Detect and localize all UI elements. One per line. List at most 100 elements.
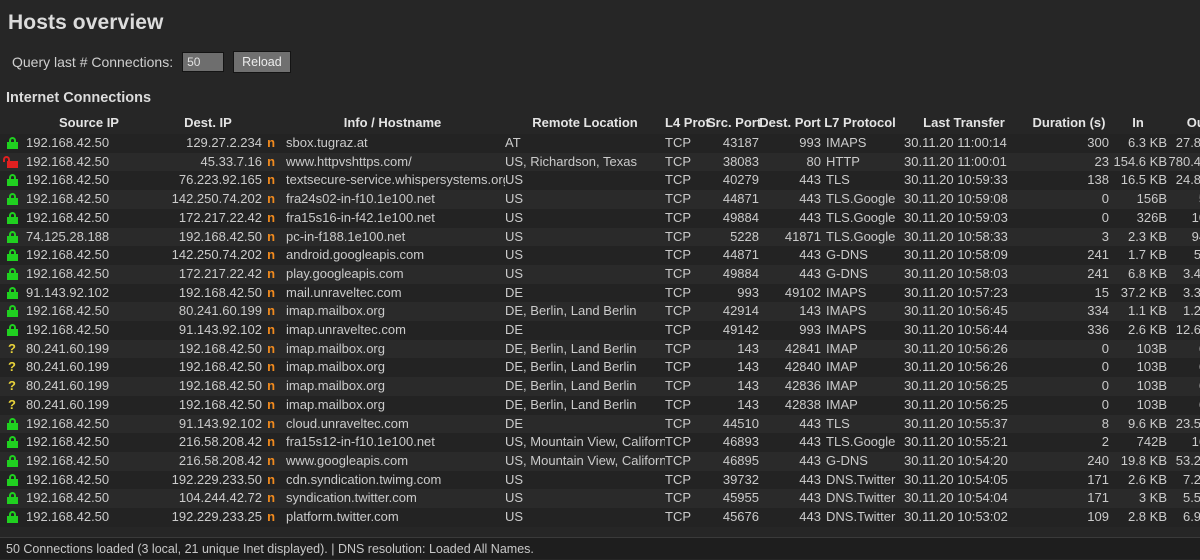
table-row[interactable]: 192.168.42.50129.27.2.234nsbox.tugraz.at… (0, 134, 1200, 153)
cell-dest-port: 42836 (759, 377, 821, 396)
cell-n-icon: n (262, 246, 280, 265)
column-header-hostname[interactable]: Info / Hostname (280, 115, 505, 134)
cell-lock (0, 452, 24, 471)
cell-dest-port: 443 (759, 246, 821, 265)
cell-source-ip: 192.168.42.50 (24, 190, 154, 209)
table-row[interactable]: 91.143.92.102192.168.42.50nmail.unravelt… (0, 284, 1200, 303)
cell-dest-port: 993 (759, 134, 821, 153)
network-n-icon: n (267, 285, 275, 300)
cell-src-port: 43187 (707, 134, 759, 153)
table-row[interactable]: 192.168.42.50216.58.208.42nwww.googleapi… (0, 452, 1200, 471)
cell-duration: 138 (1029, 171, 1109, 190)
lock-closed-icon (7, 324, 18, 336)
cell-n-icon: n (262, 415, 280, 434)
cell-source-ip: 192.168.42.50 (24, 246, 154, 265)
cell-out: 53.2 KB (1167, 452, 1200, 471)
cell-src-port: 42914 (707, 302, 759, 321)
cell-in: 6.3 KB (1109, 134, 1167, 153)
table-row[interactable]: 192.168.42.5080.241.60.199nimap.mailbox.… (0, 302, 1200, 321)
column-header-lock[interactable] (0, 115, 24, 134)
column-header-source-ip[interactable]: Source IP (24, 115, 154, 134)
cell-lock (0, 209, 24, 228)
cell-l7-protocol: TLS (821, 171, 899, 190)
table-row[interactable]: ?80.241.60.199192.168.42.50nimap.mailbox… (0, 377, 1200, 396)
cell-l7-protocol: IMAPS (821, 302, 899, 321)
cell-last-transfer: 30.11.20 10:58:09 (899, 246, 1029, 265)
network-n-icon: n (267, 472, 275, 487)
cell-dest-ip: 192.229.233.50 (154, 471, 262, 490)
cell-dest-port: 80 (759, 153, 821, 172)
table-row[interactable]: 192.168.42.5091.143.92.102ncloud.unravel… (0, 415, 1200, 434)
cell-hostname: play.googleapis.com (280, 265, 505, 284)
cell-last-transfer: 30.11.20 11:00:14 (899, 134, 1029, 153)
cell-l4-prot: TCP (665, 489, 707, 508)
cell-lock (0, 433, 24, 452)
cell-in: 9.6 KB (1109, 415, 1167, 434)
question-mark-icon: ? (8, 397, 16, 412)
table-row[interactable]: 74.125.28.188192.168.42.50npc-in-f188.1e… (0, 228, 1200, 247)
cell-lock (0, 190, 24, 209)
table-row[interactable]: 192.168.42.5045.33.7.16nwww.httpvshttps.… (0, 153, 1200, 172)
table-row[interactable]: 192.168.42.50216.58.208.42nfra15s12-in-f… (0, 433, 1200, 452)
table-row[interactable]: 192.168.42.50142.250.74.202nandroid.goog… (0, 246, 1200, 265)
table-row[interactable]: 192.168.42.50172.217.22.42nplay.googleap… (0, 265, 1200, 284)
cell-n-icon: n (262, 265, 280, 284)
cell-l7-protocol: G-DNS (821, 452, 899, 471)
cell-source-ip: 192.168.42.50 (24, 489, 154, 508)
column-header-l4-prot[interactable]: L4 Prot (665, 115, 707, 134)
cell-l4-prot: TCP (665, 377, 707, 396)
cell-lock (0, 508, 24, 527)
cell-out: 5 KB (1167, 246, 1200, 265)
query-connections-input[interactable] (182, 52, 224, 72)
cell-l4-prot: TCP (665, 433, 707, 452)
cell-source-ip: 74.125.28.188 (24, 228, 154, 247)
column-header-last-transfer[interactable]: Last Transfer (899, 115, 1029, 134)
cell-lock (0, 171, 24, 190)
cell-l7-protocol: IMAP (821, 358, 899, 377)
table-row[interactable]: 192.168.42.5091.143.92.102nimap.unravelt… (0, 321, 1200, 340)
cell-dest-ip: 80.241.60.199 (154, 302, 262, 321)
cell-hostname: cloud.unraveltec.com (280, 415, 505, 434)
table-row[interactable]: ?80.241.60.199192.168.42.50nimap.mailbox… (0, 396, 1200, 415)
cell-last-transfer: 30.11.20 10:57:23 (899, 284, 1029, 303)
table-row[interactable]: 192.168.42.5076.223.92.165ntextsecure-se… (0, 171, 1200, 190)
cell-src-port: 44871 (707, 246, 759, 265)
column-header-n[interactable] (262, 115, 280, 134)
table-row[interactable]: 192.168.42.50192.229.233.25nplatform.twi… (0, 508, 1200, 527)
cell-hostname: imap.mailbox.org (280, 396, 505, 415)
table-row[interactable]: 192.168.42.50104.244.42.72nsyndication.t… (0, 489, 1200, 508)
column-header-l7-protocol[interactable]: L7 Protocol (821, 115, 899, 134)
cell-l4-prot: TCP (665, 452, 707, 471)
column-header-in[interactable]: In (1109, 115, 1167, 134)
cell-last-transfer: 30.11.20 10:53:02 (899, 508, 1029, 527)
column-header-duration[interactable]: Duration (s) (1029, 115, 1109, 134)
reload-button[interactable]: Reload (233, 51, 291, 73)
cell-out: 162B (1167, 433, 1200, 452)
table-row[interactable]: 192.168.42.50142.250.74.202nfra24s02-in-… (0, 190, 1200, 209)
table-row[interactable]: ?80.241.60.199192.168.42.50nimap.mailbox… (0, 358, 1200, 377)
column-header-out[interactable]: Out (1167, 115, 1200, 134)
cell-hostname: imap.unraveltec.com (280, 321, 505, 340)
table-row[interactable]: 192.168.42.50172.217.22.42nfra15s16-in-f… (0, 209, 1200, 228)
cell-out: 12.6 KB (1167, 321, 1200, 340)
column-header-location[interactable]: Remote Location (505, 115, 665, 134)
cell-n-icon: n (262, 508, 280, 527)
cell-l4-prot: TCP (665, 134, 707, 153)
cell-last-transfer: 30.11.20 10:58:33 (899, 228, 1029, 247)
table-row[interactable]: 192.168.42.50192.229.233.50ncdn.syndicat… (0, 471, 1200, 490)
cell-n-icon: n (262, 396, 280, 415)
cell-n-icon: n (262, 134, 280, 153)
cell-source-ip: 192.168.42.50 (24, 302, 154, 321)
column-header-dest-ip[interactable]: Dest. IP (154, 115, 262, 134)
column-header-src-port[interactable]: Src. Port (707, 115, 759, 134)
cell-last-transfer: 30.11.20 10:56:26 (899, 340, 1029, 359)
cell-lock: ? (0, 340, 24, 359)
cell-lock (0, 153, 24, 172)
cell-l7-protocol: IMAPS (821, 321, 899, 340)
cell-hostname: fra15s12-in-f10.1e100.net (280, 433, 505, 452)
cell-location: US (505, 265, 665, 284)
column-header-dest-port[interactable]: Dest. Port (759, 115, 821, 134)
cell-duration: 8 (1029, 415, 1109, 434)
cell-duration: 0 (1029, 396, 1109, 415)
table-row[interactable]: ?80.241.60.199192.168.42.50nimap.mailbox… (0, 340, 1200, 359)
